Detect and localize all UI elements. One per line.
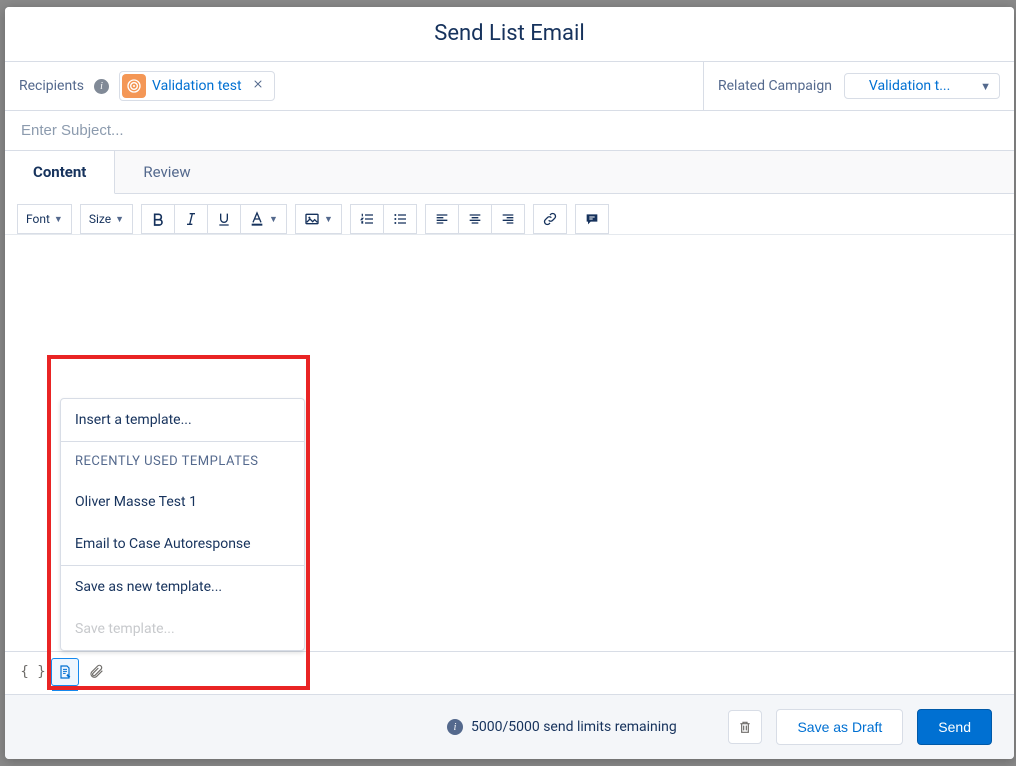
size-dropdown[interactable]: Size▼ <box>80 204 133 234</box>
align-left-button[interactable] <box>425 204 459 234</box>
recipients-row: Recipients i Validation test Related Cam… <box>5 62 1014 111</box>
modal-footer: i 5000/5000 send limits remaining Save a… <box>5 694 1014 759</box>
attachment-button[interactable] <box>83 658 111 686</box>
bullet-list-button[interactable] <box>384 204 417 234</box>
tabs: Content Review <box>5 151 1014 194</box>
subject-field[interactable] <box>5 111 1014 151</box>
related-campaign-field: Related Campaign Validation t... ▼ <box>704 62 1014 110</box>
comment-button[interactable] <box>575 204 609 234</box>
link-button[interactable] <box>533 204 567 234</box>
image-button[interactable]: ▼ <box>295 204 342 234</box>
text-color-button[interactable]: ▼ <box>241 204 287 234</box>
send-limits: i 5000/5000 send limits remaining <box>447 719 677 735</box>
related-campaign-label: Related Campaign <box>718 78 832 94</box>
align-right-button[interactable] <box>492 204 525 234</box>
italic-button[interactable] <box>175 204 208 234</box>
underline-button[interactable] <box>208 204 241 234</box>
save-template-menu-item: Save template... <box>61 608 304 650</box>
send-list-email-modal: Send List Email Recipients i Validation … <box>5 7 1014 759</box>
editor-toolbar: Font▼ Size▼ ▼ ▼ <box>5 194 1014 235</box>
recent-templates-header: RECENTLY USED TEMPLATES <box>61 441 304 481</box>
campaign-icon <box>122 74 146 98</box>
tab-review[interactable]: Review <box>115 151 218 193</box>
merge-field-button[interactable]: { } <box>19 658 47 686</box>
save-new-template-menu-item[interactable]: Save as new template... <box>61 566 304 608</box>
subject-input[interactable] <box>19 121 1000 140</box>
editor-body[interactable]: Insert a template... RECENTLY USED TEMPL… <box>5 235 1014 651</box>
bottom-toolbar: { } <box>5 651 1014 694</box>
modal-header: Send List Email <box>5 7 1014 62</box>
template-button[interactable] <box>51 658 79 686</box>
template-recent-item[interactable]: Email to Case Autoresponse <box>61 523 304 565</box>
insert-template-menu-item[interactable]: Insert a template... <box>61 399 304 441</box>
tab-content[interactable]: Content <box>5 151 115 194</box>
bold-button[interactable] <box>141 204 175 234</box>
related-campaign-value: Validation t... <box>869 78 974 94</box>
recipients-field[interactable]: Recipients i Validation test <box>5 62 704 110</box>
info-icon[interactable]: i <box>94 79 109 94</box>
font-dropdown[interactable]: Font▼ <box>17 204 72 234</box>
align-center-button[interactable] <box>459 204 492 234</box>
save-draft-button[interactable]: Save as Draft <box>776 709 903 745</box>
recipient-chip-label[interactable]: Validation test <box>152 78 242 94</box>
campaign-icon <box>847 76 863 96</box>
related-campaign-select[interactable]: Validation t... ▼ <box>844 73 1000 99</box>
recipient-chip[interactable]: Validation test <box>119 71 275 101</box>
delete-button[interactable] <box>728 710 762 744</box>
template-popup: Insert a template... RECENTLY USED TEMPL… <box>60 398 305 651</box>
modal-title: Send List Email <box>5 21 1014 46</box>
info-icon: i <box>447 719 463 735</box>
chevron-down-icon: ▼ <box>980 80 991 93</box>
numbered-list-button[interactable] <box>350 204 384 234</box>
send-button[interactable]: Send <box>917 709 992 745</box>
close-icon[interactable] <box>248 78 268 94</box>
recipients-label: Recipients <box>19 78 84 94</box>
template-recent-item[interactable]: Oliver Masse Test 1 <box>61 481 304 523</box>
